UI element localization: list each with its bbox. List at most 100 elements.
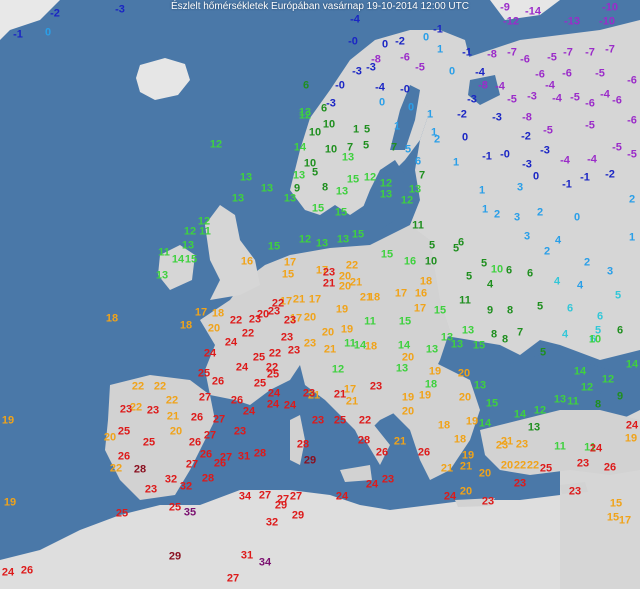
temperature-reading: 0 bbox=[448, 65, 456, 78]
temperature-reading: 14 bbox=[293, 141, 307, 154]
temperature-reading: 10 bbox=[490, 263, 504, 276]
temperature-reading: 11 bbox=[567, 395, 579, 408]
temperature-reading: 23 bbox=[311, 414, 325, 427]
temperature-reading: -6 bbox=[612, 94, 622, 107]
temperature-reading: -1 bbox=[462, 46, 472, 59]
temperature-reading: 12 bbox=[183, 225, 197, 238]
temperature-reading: 1 bbox=[452, 156, 460, 169]
temperature-reading: 2 bbox=[543, 245, 551, 258]
temperature-reading: 5 bbox=[363, 123, 371, 136]
temperature-reading: 13 bbox=[336, 233, 350, 246]
temperature-reading: -7 bbox=[605, 43, 615, 56]
temperature-reading: 31 bbox=[237, 450, 251, 463]
temperature-reading: 31 bbox=[240, 549, 254, 562]
temperature-reading: 15 bbox=[334, 206, 348, 219]
temperature-reading: 11 bbox=[158, 246, 170, 259]
temperature-reading: 5 bbox=[480, 257, 488, 270]
temperature-reading: 20 bbox=[458, 391, 472, 404]
temperature-reading: 16 bbox=[403, 255, 417, 268]
temperature-reading: 14 bbox=[573, 365, 587, 378]
temperature-reading: 3 bbox=[523, 230, 531, 243]
temperature-reading: 23 bbox=[513, 477, 527, 490]
temperature-reading: 22 bbox=[229, 314, 243, 327]
temperature-reading: 28 bbox=[296, 438, 310, 451]
temperature-reading: 20 bbox=[401, 405, 415, 418]
temperature-reading: 7 bbox=[390, 141, 398, 154]
temperature-reading: 1 bbox=[393, 120, 401, 133]
temperature-reading: 21 bbox=[322, 277, 336, 290]
temperature-reading: 25 bbox=[197, 367, 211, 380]
temperature-reading: 15 bbox=[609, 497, 623, 510]
temperature-reading: -4 bbox=[587, 153, 597, 166]
temperature-reading: 13 bbox=[341, 151, 355, 164]
temperature-reading: 14 bbox=[478, 417, 492, 430]
temperature-reading: 18 bbox=[211, 307, 225, 320]
temperature-reading: -4 bbox=[495, 80, 505, 93]
temperature-reading: -3 bbox=[540, 144, 550, 157]
temperature-reading: 12 bbox=[298, 109, 312, 122]
temperature-reading: 24 bbox=[283, 399, 297, 412]
temperature-reading: 5 bbox=[536, 300, 544, 313]
temperature-reading: 26 bbox=[199, 448, 213, 461]
temperature-reading: 15 bbox=[281, 268, 295, 281]
temperature-reading: 9 bbox=[486, 304, 494, 317]
temperature-reading: 23 bbox=[381, 473, 395, 486]
temperature-reading: 5 bbox=[539, 346, 547, 359]
temperature-reading: 12 bbox=[363, 171, 377, 184]
temperature-reading: 8 bbox=[501, 333, 509, 346]
temperature-reading: -3 bbox=[492, 111, 502, 124]
temperature-reading: 12 bbox=[601, 373, 615, 386]
temperature-reading: 13 bbox=[181, 239, 195, 252]
temperature-reading: 26 bbox=[190, 411, 204, 424]
temperature-reading: 34 bbox=[238, 490, 252, 503]
temperature-reading: -2 bbox=[605, 168, 615, 181]
temperature-reading: 23 bbox=[303, 337, 317, 350]
temperature-reading: 13 bbox=[292, 169, 306, 182]
temperature-reading: -4 bbox=[560, 154, 570, 167]
temperature-reading: 22 bbox=[153, 380, 167, 393]
temperature-reading: 0 bbox=[573, 211, 581, 224]
temperature-reading: 20 bbox=[459, 485, 473, 498]
temperature-reading: 17 bbox=[194, 306, 208, 319]
temperature-reading: -3 bbox=[527, 90, 537, 103]
temperature-reading: 27 bbox=[289, 490, 303, 503]
temperature-reading: 2 bbox=[493, 208, 501, 221]
temperature-reading: 13 bbox=[395, 362, 409, 375]
temperature-reading: -2 bbox=[457, 108, 467, 121]
temperature-reading: -6 bbox=[627, 74, 637, 87]
temperature-reading: 6 bbox=[526, 267, 534, 280]
temperature-reading: -1 bbox=[580, 171, 590, 184]
temperature-reading: 23 bbox=[369, 380, 383, 393]
temperature-reading: -8 bbox=[478, 79, 488, 92]
temperature-reading: -0 bbox=[335, 79, 345, 92]
temperature-reading: -5 bbox=[547, 51, 557, 64]
temperature-reading: 21 bbox=[349, 276, 363, 289]
temperature-reading: 15 bbox=[380, 248, 394, 261]
temperature-reading: -3 bbox=[366, 61, 376, 74]
temperature-reading: 25 bbox=[333, 414, 347, 427]
temperature-reading: 17 bbox=[308, 293, 322, 306]
temperature-reading: -4 bbox=[600, 88, 610, 101]
temperature-reading: -6 bbox=[520, 53, 530, 66]
temperature-reading: 21 bbox=[333, 388, 347, 401]
temperature-reading: -7 bbox=[585, 46, 595, 59]
temperature-reading: 1 bbox=[481, 203, 489, 216]
temperature-reading: 32 bbox=[265, 516, 279, 529]
temperature-reading: 15 bbox=[472, 339, 486, 352]
temperature-reading: 21 bbox=[166, 410, 180, 423]
temperature-reading: 23 bbox=[568, 485, 582, 498]
temperature-reading: 9 bbox=[616, 390, 624, 403]
temperature-reading: 19 bbox=[465, 415, 479, 428]
temperature-reading: -4 bbox=[545, 79, 555, 92]
temperature-reading: -5 bbox=[612, 141, 622, 154]
temperature-reading: 27 bbox=[226, 572, 240, 585]
temperature-reading: 15 bbox=[311, 202, 325, 215]
temperature-reading: 15 bbox=[346, 173, 360, 186]
temperature-reading: 4 bbox=[486, 278, 494, 291]
temperature-reading: 4 bbox=[576, 279, 584, 292]
temperature-reading: 13 bbox=[473, 379, 487, 392]
temperature-reading: 11 bbox=[364, 315, 376, 328]
temperature-reading: 25 bbox=[253, 377, 267, 390]
temperature-reading: 12 bbox=[331, 363, 345, 376]
temperature-reading: 24 bbox=[266, 398, 280, 411]
